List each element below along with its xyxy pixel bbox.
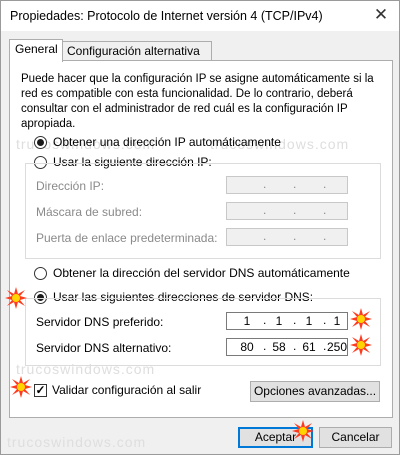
- gateway-label: Puerta de enlace predeterminada:: [36, 231, 218, 245]
- dns-auto-radio[interactable]: [34, 267, 47, 280]
- ip-auto-radio[interactable]: [34, 136, 47, 149]
- dns-preferred-label: Servidor DNS preferido:: [36, 315, 164, 329]
- click-burst-icon: [292, 420, 314, 442]
- dns-auto-label[interactable]: Obtener la dirección del servidor DNS au…: [53, 266, 350, 280]
- gateway-field: ...: [226, 228, 348, 246]
- click-burst-icon: [350, 334, 372, 356]
- dns-preferred-octet: 1: [243, 314, 251, 328]
- dns-preferred-octet: 1: [333, 314, 341, 328]
- intro-text: Puede hacer que la configuración IP se a…: [21, 73, 374, 130]
- advanced-options-button[interactable]: Opciones avanzadas...: [250, 381, 380, 402]
- dns-preferred-field[interactable]: 1 . 1 . 1 . 1: [226, 312, 348, 330]
- dns-alternate-octet: 250: [327, 340, 348, 354]
- dns-alternate-field[interactable]: 80 . 58 . 61 . 250: [226, 338, 348, 356]
- dns-alternate-octet: 80: [240, 340, 254, 354]
- watermark: trucoswindows.com: [7, 434, 147, 450]
- click-burst-icon: [350, 308, 372, 330]
- click-burst-icon: [5, 287, 27, 309]
- validate-checkbox[interactable]: ✓: [34, 384, 47, 397]
- tab-general[interactable]: General: [9, 39, 63, 62]
- ip-address-field: ...: [226, 176, 348, 194]
- tab-alternate-config[interactable]: Configuración alternativa: [61, 41, 212, 61]
- subnet-mask-field: ...: [226, 202, 348, 220]
- dns-alternate-octet: 58: [272, 340, 286, 354]
- validate-label[interactable]: Validar configuración al salir: [52, 383, 201, 397]
- close-icon[interactable]: ✕: [371, 5, 391, 25]
- window-title: Propiedades: Protocolo de Internet versi…: [10, 9, 323, 23]
- title-bar: Propiedades: Protocolo de Internet versi…: [1, 1, 399, 31]
- dns-preferred-octet: 1: [305, 314, 313, 328]
- ip-address-label: Dirección IP:: [36, 179, 105, 193]
- subnet-mask-label: Máscara de subred:: [36, 205, 143, 219]
- general-panel: Puede hacer que la configuración IP se a…: [9, 60, 393, 418]
- dns-alternate-label: Servidor DNS alternativo:: [36, 341, 172, 355]
- dns-preferred-octet: 1: [275, 314, 283, 328]
- dns-alternate-octet: 61: [302, 340, 316, 354]
- click-burst-icon: [10, 376, 32, 398]
- dialog-window: Propiedades: Protocolo de Internet versi…: [0, 0, 400, 455]
- cancel-button[interactable]: Cancelar: [319, 427, 392, 448]
- ip-auto-label[interactable]: Obtener una dirección IP automáticamente: [53, 135, 281, 149]
